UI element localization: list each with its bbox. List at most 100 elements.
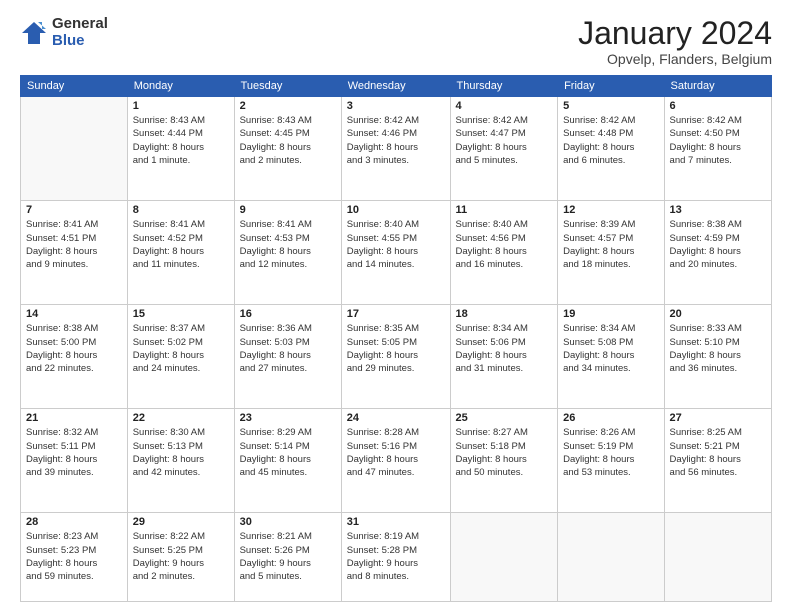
calendar-week-row: 21Sunrise: 8:32 AM Sunset: 5:11 PM Dayli…: [21, 409, 772, 513]
table-row: [450, 513, 558, 602]
day-info: Sunrise: 8:28 AM Sunset: 5:16 PM Dayligh…: [347, 426, 445, 479]
day-info: Sunrise: 8:29 AM Sunset: 5:14 PM Dayligh…: [240, 426, 336, 479]
day-info: Sunrise: 8:35 AM Sunset: 5:05 PM Dayligh…: [347, 322, 445, 375]
table-row: 9Sunrise: 8:41 AM Sunset: 4:53 PM Daylig…: [234, 201, 341, 305]
table-row: 15 Sunrise: 8:37 AM Sunset: 5:02 PM Dayli…: [127, 305, 234, 409]
col-tuesday: Tuesday: [234, 76, 341, 97]
day-info: Sunrise: 8:41 AM Sunset: 4:53 PM Dayligh…: [240, 218, 336, 271]
table-row: 2 Sunrise: 8:43 AM Sunset: 4:45 PM Daylig…: [234, 97, 341, 201]
table-row: 7 Sunrise: 8:41 AM Sunset: 4:51 PM Daylig…: [21, 201, 128, 305]
day-info: Sunrise: 8:21 AM Sunset: 5:26 PM Dayligh…: [240, 530, 336, 583]
title-block: January 2024 Opvelp, Flanders, Belgium: [578, 16, 772, 67]
logo-general-text: General: [52, 16, 108, 33]
day-number: 15: [133, 308, 229, 320]
table-row: 14Sunrise: 8:38 AM Sunset: 5:00 PM Dayli…: [21, 305, 128, 409]
day-number: 30: [240, 516, 336, 528]
day-info: Sunrise: 8:40 AM Sunset: 4:55 PM Dayligh…: [347, 218, 445, 271]
day-info: Sunrise: 8:41 AM Sunset: 4:52 PM Dayligh…: [133, 218, 229, 271]
day-info: Sunrise: 8:23 AM Sunset: 5:23 PM Dayligh…: [26, 530, 122, 583]
day-number: 28: [26, 516, 122, 528]
day-number: 8: [133, 204, 229, 216]
table-row: 17 Sunrise: 8:35 AM Sunset: 5:05 PM Dayli…: [341, 305, 450, 409]
table-row: 5Sunrise: 8:42 AM Sunset: 4:48 PM Daylig…: [558, 97, 664, 201]
day-info: Sunrise: 8:25 AM Sunset: 5:21 PM Dayligh…: [670, 426, 766, 479]
table-row: 13Sunrise: 8:38 AM Sunset: 4:59 PM Dayli…: [664, 201, 771, 305]
header: General Blue January 2024 Opvelp, Flande…: [20, 16, 772, 67]
day-info: Sunrise: 8:37 AM Sunset: 5:02 PM Dayligh…: [133, 322, 229, 375]
day-number: 7: [26, 204, 122, 216]
day-number: 13: [670, 204, 766, 216]
table-row: 3 Sunrise: 8:42 AM Sunset: 4:46 PM Daylig…: [341, 97, 450, 201]
table-row: 19 Sunrise: 8:34 AM Sunset: 5:08 PM Dayli…: [558, 305, 664, 409]
col-friday: Friday: [558, 76, 664, 97]
day-number: 4: [456, 100, 553, 112]
day-number: 6: [670, 100, 766, 112]
day-number: 16: [240, 308, 336, 320]
day-number: 12: [563, 204, 658, 216]
day-info: Sunrise: 8:27 AM Sunset: 5:18 PM Dayligh…: [456, 426, 553, 479]
day-number: 20: [670, 308, 766, 320]
month-title: January 2024: [578, 16, 772, 51]
day-number: 27: [670, 412, 766, 424]
day-number: 24: [347, 412, 445, 424]
table-row: 20 Sunrise: 8:33 AM Sunset: 5:10 PM Dayli…: [664, 305, 771, 409]
calendar-week-row: 14Sunrise: 8:38 AM Sunset: 5:00 PM Dayli…: [21, 305, 772, 409]
table-row: 10 Sunrise: 8:40 AM Sunset: 4:55 PM Dayli…: [341, 201, 450, 305]
logo-icon: [20, 19, 48, 47]
table-row: 30 Sunrise: 8:21 AM Sunset: 5:26 PM Dayli…: [234, 513, 341, 602]
page: General Blue January 2024 Opvelp, Flande…: [0, 0, 792, 612]
day-info: Sunrise: 8:39 AM Sunset: 4:57 PM Dayligh…: [563, 218, 658, 271]
col-thursday: Thursday: [450, 76, 558, 97]
col-saturday: Saturday: [664, 76, 771, 97]
day-info: Sunrise: 8:40 AM Sunset: 4:56 PM Dayligh…: [456, 218, 553, 271]
day-number: 22: [133, 412, 229, 424]
calendar-header-row: Sunday Monday Tuesday Wednesday Thursday…: [21, 76, 772, 97]
day-info: Sunrise: 8:41 AM Sunset: 4:51 PM Dayligh…: [26, 218, 122, 271]
table-row: [558, 513, 664, 602]
day-number: 18: [456, 308, 553, 320]
day-info: Sunrise: 8:42 AM Sunset: 4:47 PM Dayligh…: [456, 114, 553, 167]
table-row: 8 Sunrise: 8:41 AM Sunset: 4:52 PM Daylig…: [127, 201, 234, 305]
day-number: 14: [26, 308, 122, 320]
day-number: 23: [240, 412, 336, 424]
day-info: Sunrise: 8:22 AM Sunset: 5:25 PM Dayligh…: [133, 530, 229, 583]
table-row: 4 Sunrise: 8:42 AM Sunset: 4:47 PM Daylig…: [450, 97, 558, 201]
table-row: 18Sunrise: 8:34 AM Sunset: 5:06 PM Dayli…: [450, 305, 558, 409]
col-wednesday: Wednesday: [341, 76, 450, 97]
day-info: Sunrise: 8:30 AM Sunset: 5:13 PM Dayligh…: [133, 426, 229, 479]
col-sunday: Sunday: [21, 76, 128, 97]
logo-blue-text: Blue: [52, 33, 108, 50]
table-row: [21, 97, 128, 201]
calendar-table: Sunday Monday Tuesday Wednesday Thursday…: [20, 75, 772, 602]
day-number: 10: [347, 204, 445, 216]
col-monday: Monday: [127, 76, 234, 97]
table-row: 11 Sunrise: 8:40 AM Sunset: 4:56 PM Dayli…: [450, 201, 558, 305]
calendar-week-row: 1 Sunrise: 8:43 AM Sunset: 4:44 PM Daylig…: [21, 97, 772, 201]
day-info: Sunrise: 8:19 AM Sunset: 5:28 PM Dayligh…: [347, 530, 445, 583]
day-info: Sunrise: 8:42 AM Sunset: 4:46 PM Dayligh…: [347, 114, 445, 167]
day-info: Sunrise: 8:42 AM Sunset: 4:48 PM Dayligh…: [563, 114, 658, 167]
day-info: Sunrise: 8:43 AM Sunset: 4:44 PM Dayligh…: [133, 114, 229, 167]
table-row: 6Sunrise: 8:42 AM Sunset: 4:50 PM Daylig…: [664, 97, 771, 201]
table-row: 21Sunrise: 8:32 AM Sunset: 5:11 PM Dayli…: [21, 409, 128, 513]
logo: General Blue: [20, 16, 108, 49]
day-number: 25: [456, 412, 553, 424]
day-info: Sunrise: 8:43 AM Sunset: 4:45 PM Dayligh…: [240, 114, 336, 167]
table-row: 29 Sunrise: 8:22 AM Sunset: 5:25 PM Dayli…: [127, 513, 234, 602]
day-number: 17: [347, 308, 445, 320]
day-number: 11: [456, 204, 553, 216]
day-info: Sunrise: 8:33 AM Sunset: 5:10 PM Dayligh…: [670, 322, 766, 375]
calendar-week-row: 7 Sunrise: 8:41 AM Sunset: 4:51 PM Daylig…: [21, 201, 772, 305]
table-row: 26Sunrise: 8:26 AM Sunset: 5:19 PM Dayli…: [558, 409, 664, 513]
day-number: 2: [240, 100, 336, 112]
day-number: 19: [563, 308, 658, 320]
day-info: Sunrise: 8:32 AM Sunset: 5:11 PM Dayligh…: [26, 426, 122, 479]
location: Opvelp, Flanders, Belgium: [578, 51, 772, 67]
day-number: 29: [133, 516, 229, 528]
table-row: 31Sunrise: 8:19 AM Sunset: 5:28 PM Dayli…: [341, 513, 450, 602]
day-info: Sunrise: 8:34 AM Sunset: 5:08 PM Dayligh…: [563, 322, 658, 375]
day-number: 3: [347, 100, 445, 112]
calendar-week-row: 28 Sunrise: 8:23 AM Sunset: 5:23 PM Dayli…: [21, 513, 772, 602]
day-number: 1: [133, 100, 229, 112]
day-info: Sunrise: 8:26 AM Sunset: 5:19 PM Dayligh…: [563, 426, 658, 479]
